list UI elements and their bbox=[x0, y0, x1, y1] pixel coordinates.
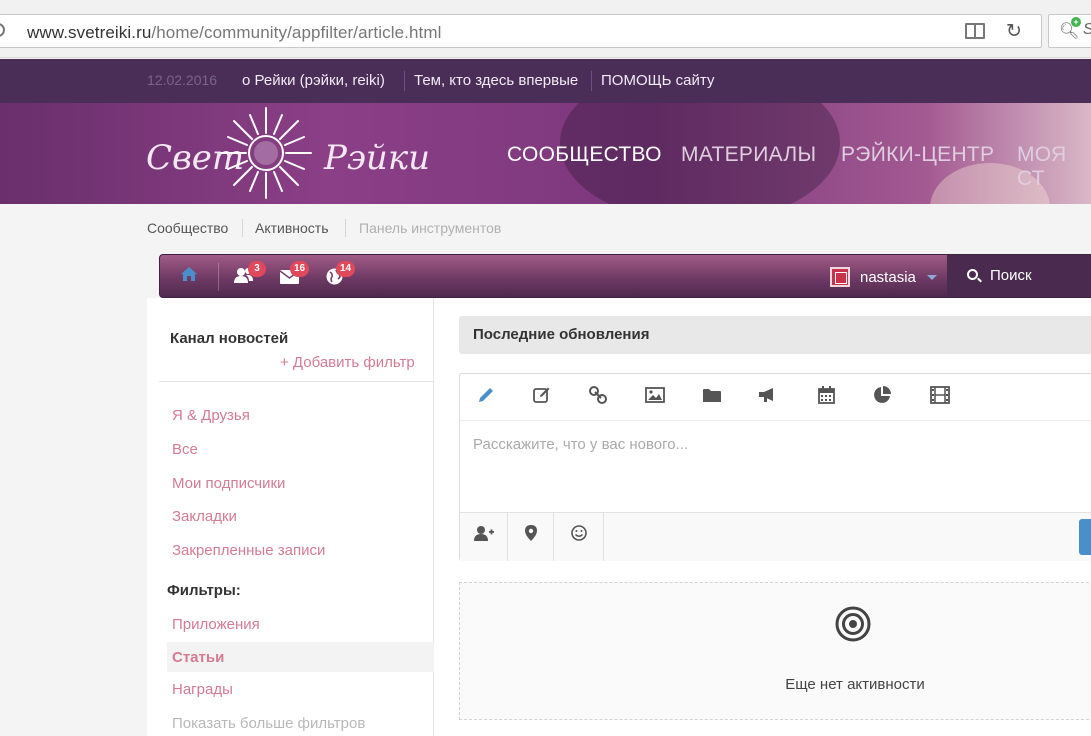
status-composer: Расскажите, что у вас нового... bbox=[459, 373, 1091, 561]
post-button[interactable] bbox=[1079, 519, 1091, 555]
logo-word-right: Рэйки bbox=[323, 138, 430, 178]
reader-mode-icon[interactable] bbox=[965, 23, 985, 39]
composer-footer bbox=[460, 512, 1091, 561]
divider bbox=[345, 219, 346, 237]
address-bar[interactable]: www.svetreiki.ru/home/community/appfilte… bbox=[0, 14, 1042, 48]
show-more-filters-link[interactable]: Показать больше фильтров bbox=[172, 715, 365, 732]
calendar-icon[interactable] bbox=[815, 386, 837, 408]
target-icon bbox=[835, 606, 871, 642]
add-icon: + bbox=[1071, 17, 1081, 27]
filters-heading: Фильтры: bbox=[167, 582, 241, 599]
reload-icon[interactable]: ↻ bbox=[1006, 22, 1022, 41]
location-icon[interactable] bbox=[508, 513, 554, 561]
globe-icon bbox=[0, 23, 5, 37]
nav-community[interactable]: СООБЩЕСТВО bbox=[507, 143, 662, 167]
tag-friend-icon[interactable] bbox=[460, 513, 508, 561]
divider bbox=[159, 381, 434, 382]
divider bbox=[404, 71, 405, 91]
browser-toolbar: www.svetreiki.ru/home/community/appfilte… bbox=[0, 0, 1091, 58]
chevron-down-icon[interactable] bbox=[927, 275, 937, 280]
site-date: 12.02.2016 bbox=[147, 72, 218, 88]
search-label: Поиск bbox=[990, 267, 1032, 284]
poll-icon[interactable] bbox=[871, 386, 893, 408]
add-filter-link[interactable]: + Добавить фильтр bbox=[280, 354, 415, 371]
pencil-icon[interactable] bbox=[475, 386, 497, 408]
nav-my-page[interactable]: МОЯ СТ bbox=[1017, 143, 1091, 191]
link-icon[interactable] bbox=[587, 386, 609, 408]
sidebar-item-pinned[interactable]: Закрепленные записи bbox=[172, 542, 325, 559]
sidebar-item-followers[interactable]: Мои подписчики bbox=[172, 475, 285, 492]
top-link-about-reiki[interactable]: о Рейки (рэйки, reiki) bbox=[242, 72, 385, 89]
nav-reiki-center[interactable]: РЭЙКИ-ЦЕНТР bbox=[841, 143, 994, 167]
site-logo[interactable]: Свет Рэйки bbox=[146, 103, 436, 203]
filter-item-apps[interactable]: Приложения bbox=[172, 616, 260, 633]
url-domain: www.svetreiki.ru bbox=[27, 23, 152, 42]
avatar[interactable] bbox=[830, 267, 850, 287]
divider bbox=[591, 71, 592, 91]
sidebar-item-bookmarks[interactable]: Закладки bbox=[172, 508, 237, 525]
divider bbox=[218, 263, 219, 291]
messages-count-badge: 16 bbox=[290, 261, 310, 277]
empty-activity-box: Еще нет активности bbox=[459, 582, 1091, 720]
url-path: /home/community/appfilter/article.html bbox=[151, 23, 442, 42]
search-button[interactable]: Поиск bbox=[947, 255, 1091, 297]
sun-logo-icon bbox=[220, 107, 312, 199]
filter-item-articles[interactable]: Статьи bbox=[172, 649, 224, 666]
top-nav-bar: 12.02.2016 о Рейки (рэйки, reiki) Тем, к… bbox=[0, 59, 1091, 103]
logo-word-left: Свет bbox=[146, 138, 244, 178]
breadcrumb-activity[interactable]: Активность bbox=[255, 220, 329, 236]
main-content: Последние обновления Расскажите, что у в… bbox=[434, 298, 1091, 736]
megaphone-icon[interactable] bbox=[757, 386, 779, 408]
emoji-icon[interactable] bbox=[554, 513, 604, 561]
home-icon[interactable] bbox=[180, 266, 198, 285]
extension-letter: S bbox=[1083, 21, 1091, 39]
top-link-help-site[interactable]: ПОМОЩЬ сайту bbox=[601, 72, 714, 89]
url-text[interactable]: www.svetreiki.ru/home/community/appfilte… bbox=[27, 23, 441, 43]
filter-item-awards[interactable]: Награды bbox=[172, 681, 233, 698]
top-link-newcomers[interactable]: Тем, кто здесь впервые bbox=[414, 72, 578, 89]
notifications-count-badge: 14 bbox=[336, 261, 356, 277]
composer-tabs bbox=[460, 374, 1091, 421]
sidebar-item-all[interactable]: Все bbox=[172, 441, 198, 458]
nav-materials[interactable]: МАТЕРИАЛЫ bbox=[681, 143, 816, 167]
updates-header: Последние обновления bbox=[459, 316, 1091, 354]
divider bbox=[242, 219, 243, 237]
breadcrumb-community[interactable]: Сообщество bbox=[147, 220, 228, 236]
username[interactable]: nastasia bbox=[860, 269, 916, 286]
sidebar-item-me-friends[interactable]: Я & Друзья bbox=[172, 407, 250, 424]
site-header-banner: Свет Рэйки СООБЩЕСТВО МАТЕРИАЛЫ РЭЙКИ-ЦЕ… bbox=[0, 103, 1091, 204]
sidebar: Канал новостей + Добавить фильтр Я & Дру… bbox=[147, 298, 434, 736]
updates-title: Последние обновления bbox=[473, 326, 650, 343]
edit-icon[interactable] bbox=[531, 386, 553, 408]
image-icon[interactable] bbox=[644, 386, 666, 408]
breadcrumb-dashboard: Панель инструментов bbox=[359, 220, 502, 236]
sidebar-title: Канал новостей bbox=[170, 330, 289, 347]
status-input[interactable]: Расскажите, что у вас нового... bbox=[473, 436, 688, 453]
search-icon bbox=[967, 269, 978, 280]
video-icon[interactable] bbox=[929, 386, 951, 408]
community-toolbar: 3 16 14 nastasia Поиск bbox=[159, 254, 1091, 298]
extension-search-box[interactable]: 🔍︎ + S bbox=[1048, 14, 1091, 48]
folder-icon[interactable] bbox=[701, 386, 723, 408]
friends-count-badge: 3 bbox=[248, 261, 266, 277]
empty-activity-text: Еще нет активности bbox=[785, 676, 925, 693]
